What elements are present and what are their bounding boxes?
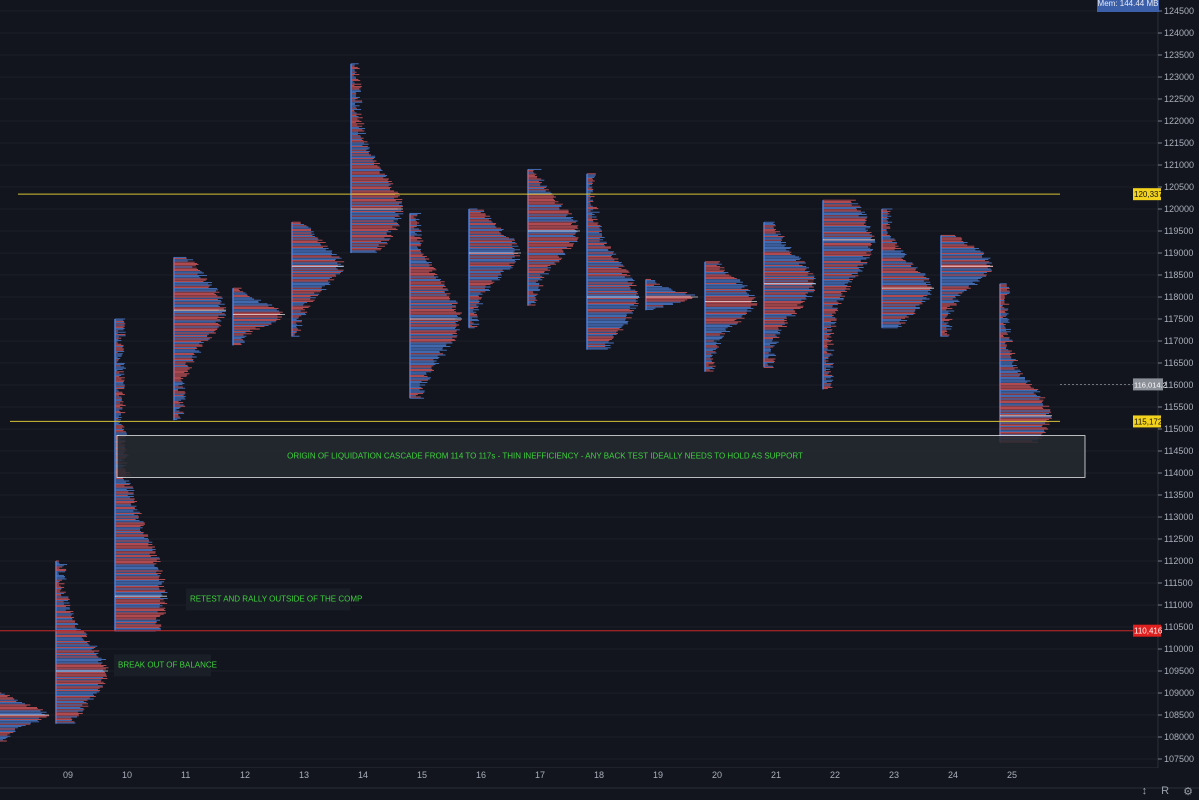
vertical-arrows-icon[interactable]: ↕ <box>1142 785 1148 798</box>
price-tick-label: 116500 <box>1164 358 1193 368</box>
session-label: 24 <box>948 770 958 780</box>
session-label: 23 <box>889 770 899 780</box>
session-label: 09 <box>63 770 73 780</box>
price-tick-label: 114500 <box>1164 446 1193 456</box>
price-tick-label: 123000 <box>1164 72 1194 82</box>
level-tag-label: 120,337 <box>1134 190 1163 199</box>
chart-canvas[interactable]: 107500 108000 108500 109000 109500 110000 1105… <box>0 0 1199 800</box>
price-tick-label: 110500 <box>1164 622 1193 632</box>
annotation-retest: RETEST AND RALLY OUTSIDE OF THE COMP <box>190 594 362 603</box>
red-level-label: 110,416 <box>1134 627 1163 636</box>
price-tick-label: 117000 <box>1164 336 1193 346</box>
session-label: 12 <box>240 770 250 780</box>
price-tick-label: 122000 <box>1164 116 1194 126</box>
price-tick-label: 112000 <box>1164 556 1193 566</box>
price-tick-label: 111000 <box>1164 600 1193 610</box>
level-tag-label: 115,172 <box>1134 417 1163 426</box>
price-tick-label: 124000 <box>1164 28 1194 38</box>
price-tick-label: 112500 <box>1164 534 1193 544</box>
price-tick-label: 120500 <box>1164 182 1194 192</box>
price-tick-label: 111500 <box>1164 578 1193 588</box>
session-label: 10 <box>122 770 132 780</box>
price-tick-label: 121500 <box>1164 138 1194 148</box>
session-label: 18 <box>594 770 604 780</box>
price-tick-label: 113500 <box>1164 490 1193 500</box>
price-tick-label: 108500 <box>1164 710 1194 720</box>
memory-indicator: Mem: 144.44 MB <box>1097 0 1159 12</box>
price-tick-label: 116000 <box>1164 380 1193 390</box>
scale-r-icon[interactable]: R <box>1161 785 1169 798</box>
session-label: 20 <box>712 770 722 780</box>
price-tick-label: 118500 <box>1164 270 1193 280</box>
session-label: 19 <box>653 770 663 780</box>
session-label: 21 <box>771 770 781 780</box>
price-tick-label: 119000 <box>1164 248 1193 258</box>
price-tick-label: 109500 <box>1164 666 1194 676</box>
price-tick-label: 108000 <box>1164 732 1194 742</box>
price-tick-label: 124500 <box>1164 6 1194 16</box>
price-tick-label: 122500 <box>1164 94 1194 104</box>
volume-profile-chart[interactable]: 107500 108000 108500 109000 109500 110000 1105… <box>0 0 1199 800</box>
price-tick-label: 114000 <box>1164 468 1193 478</box>
price-tick-label: 113000 <box>1164 512 1193 522</box>
price-tick-label: 115000 <box>1164 424 1193 434</box>
settings-icon[interactable]: ⚙ <box>1183 785 1193 798</box>
price-tick-label: 109000 <box>1164 688 1194 698</box>
annotation-breakout: BREAK OUT OF BALANCE <box>118 660 217 669</box>
session-label: 22 <box>830 770 840 780</box>
session-label: 25 <box>1007 770 1017 780</box>
price-tick-label: 115500 <box>1164 402 1193 412</box>
current-price-label: 116,014.2 <box>1134 380 1167 389</box>
annotation-liquidation-cascade: ORIGIN OF LIQUIDATION CASCADE FROM 114 T… <box>287 451 803 460</box>
price-tick-label: 119500 <box>1164 226 1193 236</box>
price-tick-label: 120000 <box>1164 204 1194 214</box>
session-label: 15 <box>417 770 427 780</box>
price-tick-label: 107500 <box>1164 754 1194 764</box>
session-label: 17 <box>535 770 545 780</box>
session-label: 13 <box>299 770 309 780</box>
price-tick-label: 110000 <box>1164 644 1193 654</box>
session-label: 16 <box>476 770 486 780</box>
price-tick-label: 118000 <box>1164 292 1193 302</box>
price-tick-label: 117500 <box>1164 314 1193 324</box>
session-label: 14 <box>358 770 368 780</box>
price-tick-label: 123500 <box>1164 50 1194 60</box>
bottom-toolbar: ↕ R ⚙ <box>1142 785 1193 798</box>
session-label: 11 <box>181 770 190 780</box>
price-tick-label: 121000 <box>1164 160 1194 170</box>
